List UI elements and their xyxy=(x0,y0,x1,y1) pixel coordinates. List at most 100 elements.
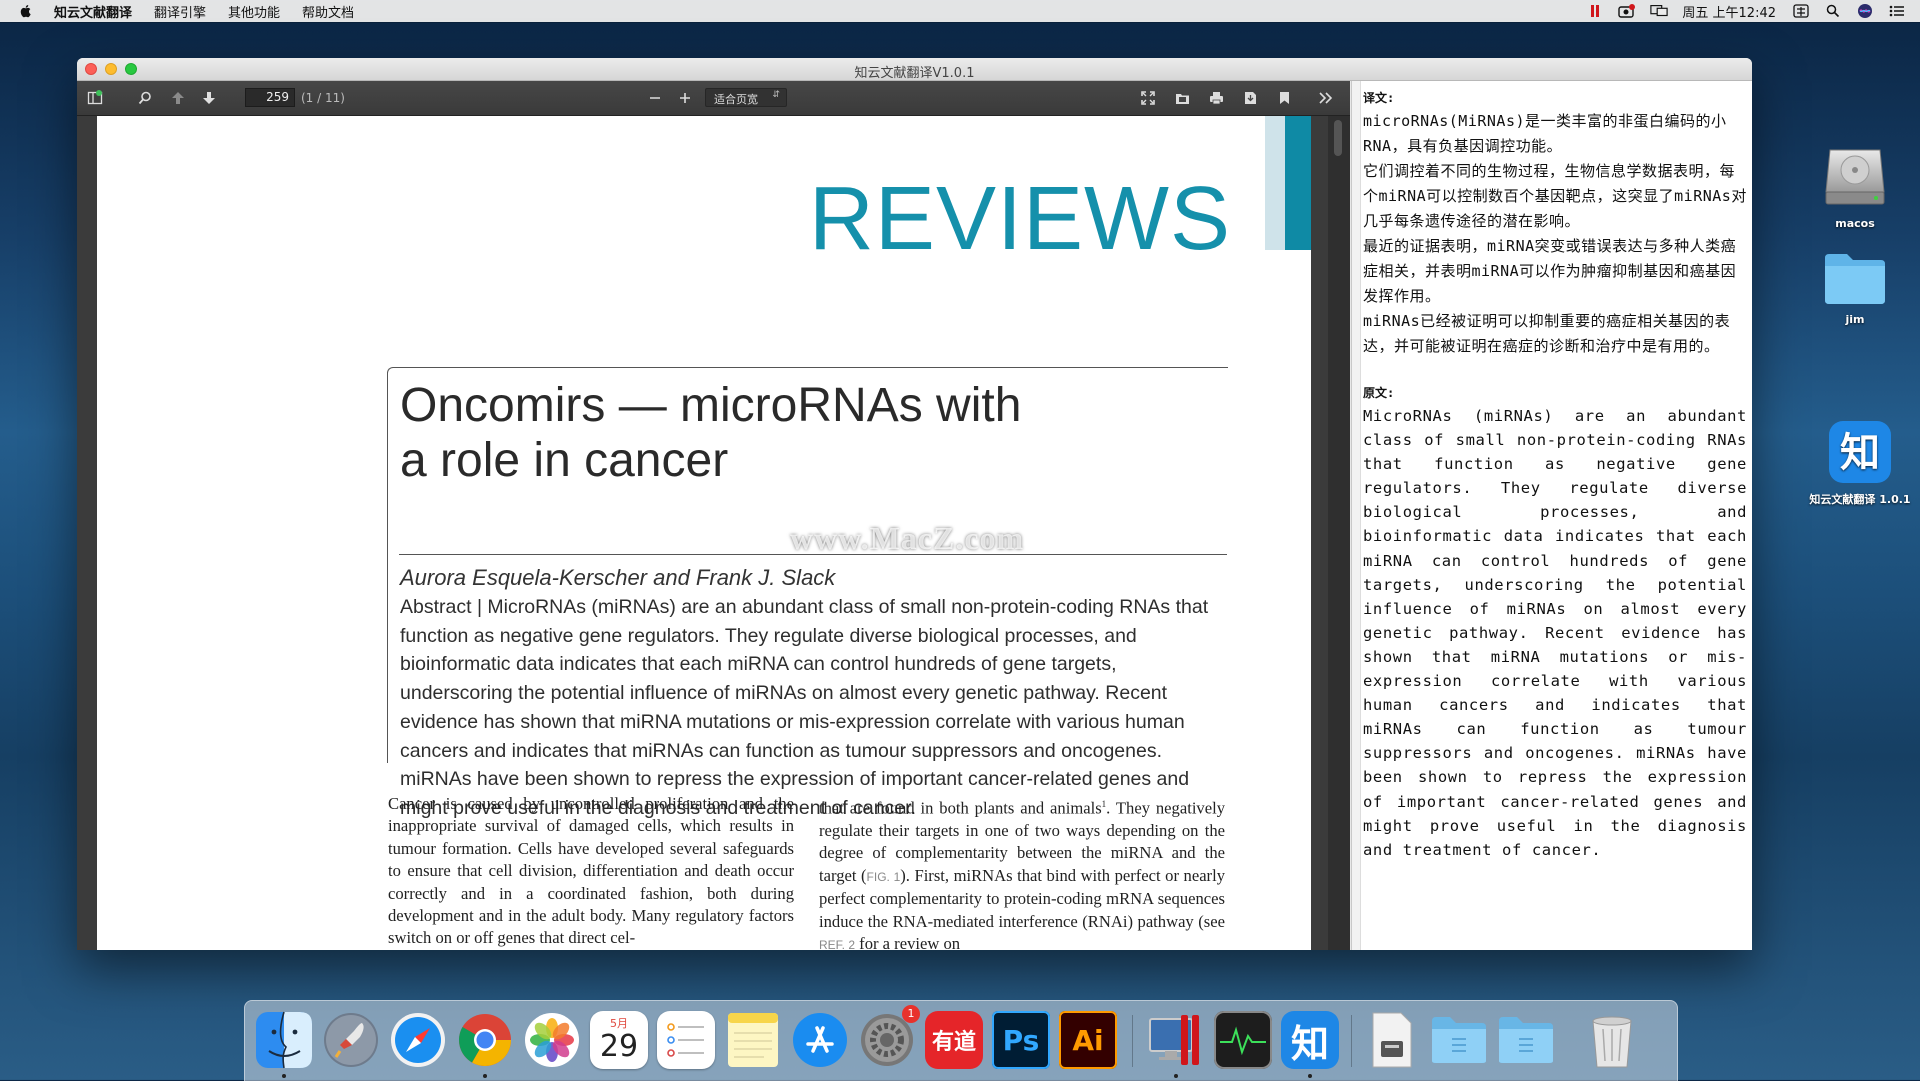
activity-monitor-icon xyxy=(1220,1026,1266,1056)
svg-text:知: 知 xyxy=(1840,430,1880,476)
article-title: Oncomirs — microRNAs with a role in canc… xyxy=(400,378,1200,488)
page-area[interactable]: REVIEWS Oncomirs — microRNAs with a role… xyxy=(77,116,1350,950)
page-number-input[interactable]: 259 xyxy=(245,88,295,107)
translated-paragraph: microRNAs(MiRNAs)是一类丰富的非蛋白编码的小RNA，具有负基因调… xyxy=(1363,112,1727,155)
app-store-icon xyxy=(793,1013,847,1067)
dock-separator xyxy=(1132,1015,1133,1067)
folder-icon xyxy=(1499,1017,1553,1063)
page-accent-stripe xyxy=(1285,116,1311,250)
dock-folder-applications[interactable] xyxy=(1430,1011,1488,1069)
hard-drive-icon xyxy=(1825,149,1885,205)
page-count: (1 / 11) xyxy=(301,91,345,105)
open-file-icon[interactable] xyxy=(1174,90,1190,106)
figure-reference-link[interactable]: FIG. 1 xyxy=(867,870,901,884)
dock-activity-monitor[interactable] xyxy=(1214,1011,1272,1069)
zoom-out-icon[interactable] xyxy=(647,90,663,106)
desktop-icon-zhiyun-app[interactable]: 知 知云文献翻译 1.0.1 xyxy=(1795,420,1920,507)
dock-calendar[interactable]: 5月 29 xyxy=(590,1011,648,1069)
menu-other-functions[interactable]: 其他功能 xyxy=(228,2,280,21)
app-menu[interactable]: 知云文献翻译 xyxy=(54,2,132,21)
body-text: for a review on xyxy=(855,933,961,950)
dock-archive-file[interactable] xyxy=(1363,1011,1421,1069)
original-text: MicroRNAs (miRNAs) are an abundant class… xyxy=(1363,407,1747,859)
article-authors: Aurora Esquela-Kerscher and Frank J. Sla… xyxy=(400,565,836,590)
search-icon[interactable] xyxy=(137,90,153,106)
notes-icon xyxy=(728,1013,778,1067)
dock-chrome[interactable] xyxy=(456,1011,514,1069)
trash-icon xyxy=(1592,1016,1632,1068)
menu-translation-engine[interactable]: 翻译引擎 xyxy=(154,2,206,21)
article-title-line: a role in cancer xyxy=(400,434,729,487)
running-indicator xyxy=(1174,1074,1178,1078)
pane-splitter[interactable] xyxy=(1352,81,1361,950)
running-indicator xyxy=(483,1074,487,1078)
dock-photoshop[interactable]: Ps xyxy=(992,1011,1050,1069)
pdf-page[interactable]: REVIEWS Oncomirs — microRNAs with a role… xyxy=(97,116,1311,950)
dock-trash[interactable] xyxy=(1583,1011,1641,1069)
section-label: REVIEWS xyxy=(808,169,1231,269)
dock-photos[interactable] xyxy=(523,1011,581,1069)
bookmark-icon[interactable] xyxy=(1276,90,1292,106)
more-tools-chevron-icon[interactable] xyxy=(1318,90,1334,106)
screen-recorder-icon[interactable] xyxy=(1618,4,1636,18)
sidebar-toggle-button[interactable] xyxy=(87,90,103,106)
dock-youdao[interactable]: 有道 xyxy=(925,1011,983,1069)
youdao-label: 有道 xyxy=(931,1030,976,1055)
dock-app-store[interactable] xyxy=(791,1011,849,1069)
dock-reminders[interactable] xyxy=(657,1011,715,1069)
window-titlebar[interactable]: 知云文献翻译V1.0.1 xyxy=(77,58,1752,81)
next-page-arrow-icon[interactable] xyxy=(201,90,217,106)
zhiyun-app-icon: 知 xyxy=(1829,421,1891,483)
viewer-scrollbar[interactable] xyxy=(1328,116,1350,950)
fullscreen-icon[interactable] xyxy=(1140,90,1156,106)
dock-launchpad[interactable] xyxy=(322,1011,380,1069)
apple-menu-icon[interactable] xyxy=(18,3,34,19)
clock[interactable]: 周五 上午12:42 xyxy=(1682,2,1776,21)
previous-page-arrow-icon[interactable] xyxy=(170,90,186,106)
desktop-icon-label: jim xyxy=(1845,313,1865,326)
chevron-updown-icon: ⇵ xyxy=(772,90,780,100)
dock-folder-downloads[interactable] xyxy=(1497,1011,1555,1069)
viewer-toolbar: 259 (1 / 11) 适合页宽 ⇵ xyxy=(77,81,1350,116)
dock-finder[interactable] xyxy=(255,1011,313,1069)
running-indicator xyxy=(1308,1074,1312,1078)
save-download-icon[interactable] xyxy=(1242,90,1258,106)
translation-heading: 译文: xyxy=(1363,91,1395,105)
print-icon[interactable] xyxy=(1208,90,1224,106)
dock-zhiyun[interactable]: 知 xyxy=(1281,1011,1339,1069)
dock-illustrator[interactable]: Ai xyxy=(1059,1011,1117,1069)
translation-content[interactable]: 译文: microRNAs(MiRNAs)是一类丰富的非蛋白编码的小RNA，具有… xyxy=(1363,89,1747,862)
display-mirror-icon[interactable] xyxy=(1650,4,1669,18)
spotlight-search-icon[interactable] xyxy=(1824,4,1842,18)
rocket-icon xyxy=(324,1013,378,1067)
pdf-viewer: 259 (1 / 11) 适合页宽 ⇵ REVIEWS Oncomirs — m… xyxy=(77,81,1350,950)
translated-paragraph: 它们调控着不同的生物过程，生物信息学数据表明，每个miRNA可以控制数百个基因靶… xyxy=(1363,162,1747,230)
dock-notes[interactable] xyxy=(724,1011,782,1069)
dock: 5月 29 1 有道 Ps Ai 知 xyxy=(244,1000,1678,1081)
zoom-select[interactable]: 适合页宽 ⇵ xyxy=(705,88,787,107)
desktop-icon-jim-folder[interactable]: jim xyxy=(1795,250,1915,326)
photos-icon xyxy=(525,1013,579,1067)
dock-parallels[interactable] xyxy=(1147,1011,1205,1069)
menu-help-docs[interactable]: 帮助文档 xyxy=(302,2,354,21)
desktop-icon-macos-drive[interactable]: macos xyxy=(1795,140,1915,230)
dock-safari[interactable] xyxy=(389,1011,447,1069)
status-area: 周五 上午12:42 xyxy=(1586,0,1920,22)
article-title-line: Oncomirs — microRNAs with xyxy=(400,379,1022,432)
dock-system-preferences[interactable]: 1 xyxy=(858,1005,920,1069)
zhiyun-label: 知 xyxy=(1290,1021,1329,1066)
reference-link[interactable]: REF. 2 xyxy=(819,938,855,950)
scrollbar-thumb[interactable] xyxy=(1334,120,1342,156)
translation-pane: 译文: microRNAs(MiRNAs)是一类丰富的非蛋白编码的小RNA，具有… xyxy=(1351,81,1752,950)
siri-icon[interactable] xyxy=(1856,4,1874,18)
zoom-in-icon[interactable] xyxy=(677,90,693,106)
window-title: 知云文献翻译V1.0.1 xyxy=(854,66,975,81)
desktop-icon-label: 知云文献翻译 1.0.1 xyxy=(1809,493,1911,506)
notification-center-icon[interactable] xyxy=(1888,4,1906,18)
parallels-icon[interactable] xyxy=(1586,4,1604,18)
watermark: www.MacZ.com xyxy=(790,520,1025,556)
archive-file-icon xyxy=(1372,1012,1412,1068)
input-method-icon[interactable] xyxy=(1792,4,1810,18)
translated-paragraph: 最近的证据表明，miRNA突变或错误表达与多种人类癌症相关，并表明miRNA可以… xyxy=(1363,237,1737,305)
